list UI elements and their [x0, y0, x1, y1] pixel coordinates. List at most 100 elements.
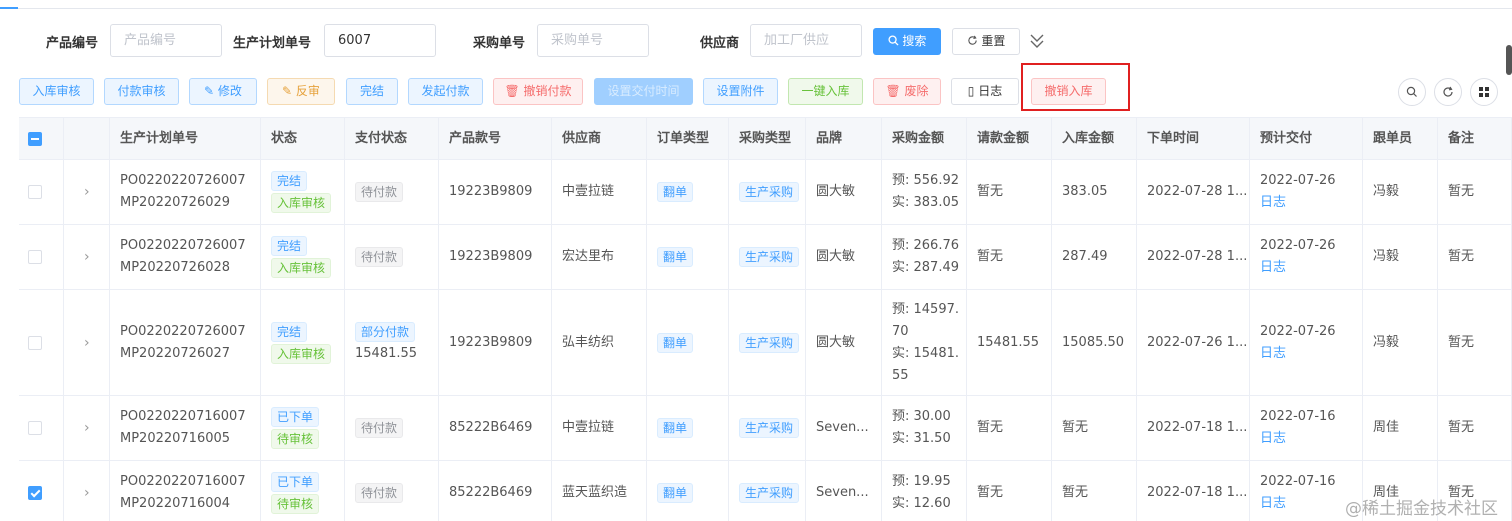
style-number: 19223B9809 [449, 334, 533, 350]
column-header-supplier[interactable]: 供应商 [552, 118, 647, 160]
chevron-right-icon[interactable]: › [84, 417, 109, 439]
table-row: › PO0220220716007 MP20220716005 已下单 待审核 待付款 85… [19, 396, 1512, 461]
column-header-purchase-amount[interactable]: 采购金额 [882, 118, 967, 160]
log-button[interactable]: ▯ 日志 [951, 78, 1019, 105]
merchandiser-name: 周佳 [1373, 420, 1400, 435]
pay-status-badge: 待付款 [355, 418, 404, 438]
chevron-right-icon[interactable]: › [84, 246, 109, 268]
delivery-date: 2022-07-26 [1260, 238, 1336, 253]
purchase-order-number: MP20220726029 [120, 195, 231, 210]
table-row: › PO0220220716007 MP20220716004 已下单 待审核 待付款 85… [19, 461, 1512, 521]
search-button[interactable]: 搜索 [873, 28, 941, 55]
set-attachment-button[interactable]: 设置附件 [703, 78, 778, 105]
purchase-no-input[interactable]: 采购单号 [537, 24, 649, 57]
edit-button[interactable]: ✎ 修改 [189, 78, 257, 105]
reset-button-label: 重置 [981, 34, 1006, 48]
inbound-audit-button[interactable]: 入库审核 [19, 78, 94, 105]
plan-number: PO0220220726007 [120, 323, 246, 339]
supplier-label: 供应商 [700, 36, 740, 51]
column-header-merchandiser[interactable]: 跟单员 [1363, 118, 1438, 160]
chevron-right-icon[interactable]: › [84, 181, 109, 203]
row-select-checkbox[interactable] [28, 250, 42, 264]
table-cell: PO0220220716007 MP20220716005 [110, 396, 261, 460]
column-header-pay-status[interactable]: 支付状态 [345, 118, 439, 160]
column-header-style-no[interactable]: 产品款号 [439, 118, 552, 160]
search-toggle-button[interactable] [1398, 78, 1426, 106]
column-header-inbound-amount[interactable]: 入库金额 [1052, 118, 1137, 160]
table-cell: 宏达里布 [552, 225, 647, 289]
complete-button[interactable]: 完结 [346, 78, 398, 105]
column-header-request-amount[interactable]: 请款金额 [967, 118, 1052, 160]
actual-amount: 70 [892, 323, 909, 339]
plan-number: PO0220220726007 [120, 238, 246, 253]
table-cell: 2022-07-28 1... [1137, 225, 1250, 289]
order-type-badge: 翻单 [657, 247, 694, 267]
refresh-button[interactable] [1434, 78, 1462, 106]
delivery-log-link[interactable]: 日志 [1260, 257, 1362, 279]
status-badge: 完结 [271, 171, 308, 191]
delivery-log-link[interactable]: 日志 [1260, 343, 1362, 365]
column-header-plan-no[interactable]: 生产计划单号 [110, 118, 261, 160]
table-cell: 生产采购 [729, 396, 806, 460]
initiate-payment-button[interactable]: 发起付款 [408, 78, 483, 105]
table-cell: Seven... [806, 461, 882, 521]
chevron-right-icon[interactable]: › [84, 482, 109, 504]
chevron-right-icon[interactable]: › [84, 332, 109, 354]
scrollbar-thumb[interactable] [1506, 45, 1512, 75]
table-cell: 待付款 [345, 461, 439, 521]
table-cell: 完结 入库审核 [261, 225, 345, 289]
supplier-input[interactable]: 加工厂供应 [750, 24, 862, 57]
table-cell: 暂无 [1052, 461, 1137, 521]
column-header-brand[interactable]: 品牌 [806, 118, 882, 160]
row-select-checkbox[interactable] [28, 335, 42, 350]
select-all-checkbox[interactable] [28, 132, 42, 146]
table-cell: 19223B9809 [439, 225, 552, 289]
column-header-status[interactable]: 状态 [261, 118, 345, 160]
cancel-payment-button[interactable]: 🗑 撤销付款 [493, 78, 583, 105]
initiate-payment-label: 发起付款 [421, 84, 470, 98]
reverse-audit-button[interactable]: ✎ 反审 [267, 78, 335, 105]
table-cell: 部分付款 15481.55 [345, 290, 439, 395]
set-delivery-time-button[interactable]: 设置交付时间 [594, 78, 693, 105]
remark-text: 暂无 [1448, 334, 1475, 350]
one-click-inbound-button[interactable]: 一键入库 [788, 78, 863, 105]
watermark-text: @稀土掘金技术社区 [1345, 499, 1498, 519]
row-select-checkbox[interactable] [28, 185, 42, 199]
table-cell: 287.49 [1052, 225, 1137, 289]
row-select-checkbox[interactable] [28, 421, 42, 435]
table-cell: 2022-07-16 日志 [1250, 396, 1363, 460]
order-time: 2022-07-18 1... [1147, 485, 1248, 500]
table-cell: 暂无 [1438, 160, 1512, 224]
column-header-delivery[interactable]: 预计交付 [1250, 118, 1363, 160]
payment-audit-button[interactable]: 付款审核 [104, 78, 179, 105]
supplier-name: 弘丰纺织 [562, 334, 615, 350]
table-cell: 完结 入库审核 [261, 290, 345, 395]
reset-button[interactable]: 重置 [952, 28, 1020, 55]
column-header-order-type[interactable]: 订单类型 [647, 118, 729, 160]
actual-amount-label: 实: 15481. [892, 345, 959, 361]
abolish-button[interactable]: 🗑 废除 [873, 78, 941, 105]
column-settings-button[interactable] [1470, 78, 1498, 106]
row-select-checkbox[interactable] [28, 486, 42, 500]
table-cell: 待付款 [345, 160, 439, 224]
delivery-date: 2022-07-16 [1260, 409, 1336, 424]
column-header-remark[interactable]: 备注 [1438, 118, 1512, 160]
estimated-amount: 预: 19.95 [892, 474, 951, 489]
column-header-order-time[interactable]: 下单时间 [1137, 118, 1250, 160]
set-delivery-time-label: 设置交付时间 [607, 84, 680, 98]
complete-label: 完结 [359, 84, 384, 98]
table-cell: 蓝天蓝织造 [552, 461, 647, 521]
column-header-purchase-type[interactable]: 采购类型 [729, 118, 806, 160]
product-code-input[interactable]: 产品编号 [110, 24, 222, 57]
delivery-log-link[interactable]: 日志 [1260, 428, 1362, 450]
expand-chevron-icon[interactable] [1029, 32, 1045, 50]
search-icon [888, 34, 903, 48]
brand-name: Seven... [816, 485, 869, 500]
purchase-order-number: MP20220716005 [120, 431, 231, 446]
delivery-log-link[interactable]: 日志 [1260, 192, 1362, 214]
table-cell: 2022-07-18 1... [1137, 461, 1250, 521]
actual-amount: 实: 12.60 [892, 496, 951, 511]
table-cell: PO0220220716007 MP20220716004 [110, 461, 261, 521]
style-number: 85222B6469 [449, 420, 533, 435]
plan-no-input[interactable]: 6007 [324, 24, 436, 57]
